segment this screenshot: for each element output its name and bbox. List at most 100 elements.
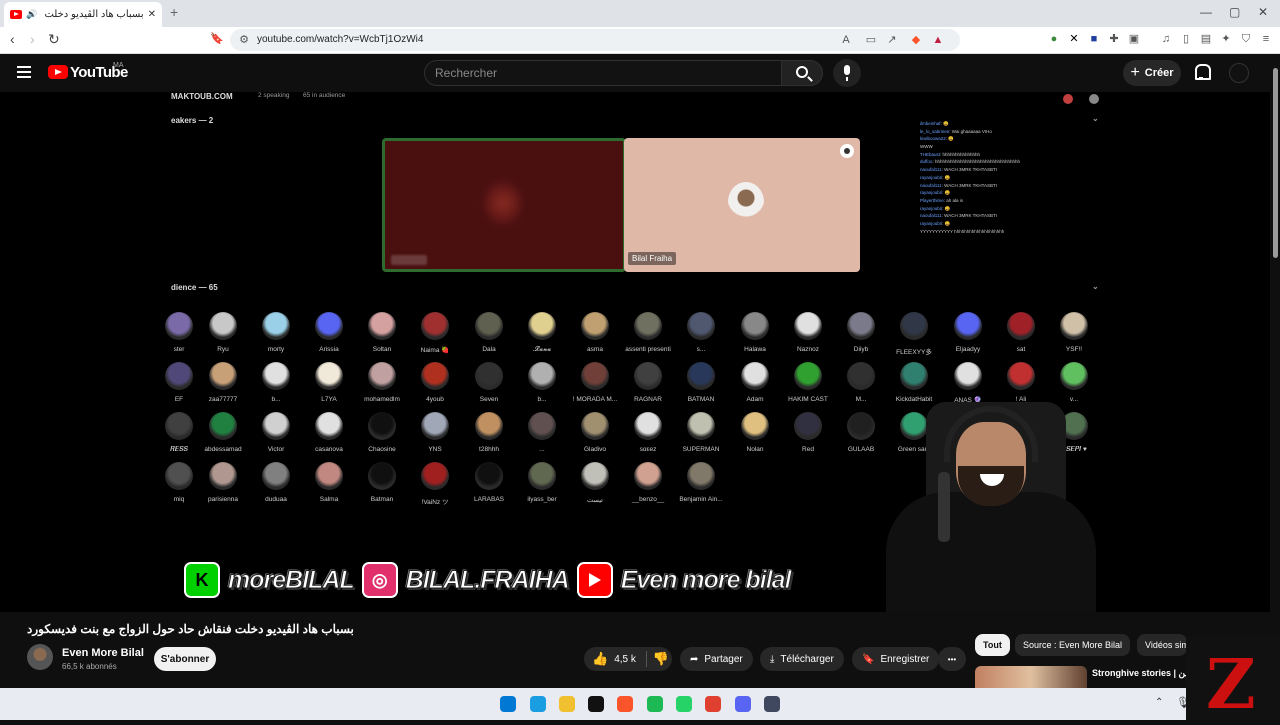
brave-icon[interactable] [617,696,633,712]
search-box[interactable] [424,60,782,86]
like-count[interactable]: 4,5 k [614,654,636,665]
speaker-tile-blurred [382,138,626,272]
close-window-button[interactable]: ✕ [1258,5,1268,19]
audience-avatar [634,412,662,440]
audience-member: Nolan [728,412,782,453]
audience-avatar [1060,312,1088,340]
channel-avatar[interactable] [27,644,53,670]
page-scrollbar[interactable] [1270,54,1280,688]
audience-name: LARABAS [474,496,504,503]
audience-avatar [794,412,822,440]
ai-icon[interactable]: ✦ [1220,33,1232,45]
screenshot-icon[interactable]: ▣ [1128,33,1140,45]
chat-username: naoufal111 [920,213,942,219]
windows-start-icon[interactable] [500,696,516,712]
like-icon[interactable]: 👍 [592,651,608,667]
media-icon[interactable]: ♫ [1160,33,1172,45]
chip-all[interactable]: Tout [975,634,1010,656]
audio-icon[interactable]: 🔊 [26,9,37,20]
audience-avatar [900,312,928,340]
chat-text: : 😄 [942,174,951,180]
back-icon[interactable]: ‹ [10,31,15,47]
share-arrow-icon: ➦ [690,653,699,665]
chat-username: le_lo_sabrinee [920,128,950,134]
hamburger-menu-icon[interactable] [17,66,31,78]
chat-username: Playerthime [920,197,944,203]
search-button[interactable] [781,60,823,86]
wallet-icon[interactable]: ▤ [1200,33,1212,45]
vpn-shield-icon[interactable]: ⛉ [1240,33,1252,45]
audience-name: ilyass_ber [527,496,557,503]
youtube-handle: Even more bilal [620,565,792,594]
brave-rewards-icon[interactable]: ▲ [932,34,944,46]
forward-icon[interactable]: › [30,31,35,47]
new-tab-button[interactable]: + [170,4,178,20]
sidebar-icon[interactable]: ▯ [1180,33,1192,45]
suggestion-title[interactable]: Stronghive stories | من [1092,668,1190,679]
audience-name: BATMAN [687,396,715,403]
video-player[interactable]: MAKTOUB.COM 2 speaking 65 in audience ea… [0,92,1270,612]
steam-icon[interactable] [764,696,780,712]
audience-member: Batman [355,462,409,503]
chrome-icon[interactable] [705,696,721,712]
streamer-webcam [846,402,1100,612]
suggestion-thumbnail[interactable] [975,666,1087,688]
audience-avatar [741,362,769,390]
site-info-icon[interactable]: ⚙ [238,34,250,46]
streamer-body [886,492,1096,612]
address-bar[interactable]: ⚙ youtube.com/watch?v=WcbTj1OzWi4 A ▭ ↗ … [230,29,960,51]
speaker-tile-bilal: Bilal Fraiha [624,138,860,272]
tab-close-icon[interactable]: ✕ [148,9,156,20]
audience-member: SUPERMAN [674,412,728,453]
discord-icon[interactable] [735,696,751,712]
voice-search-icon[interactable] [833,59,861,87]
download-icon: ⤓ [770,653,775,665]
extension-globe-icon[interactable]: ● [1048,33,1060,45]
audience-avatar [741,312,769,340]
subscribe-button[interactable]: S'abonner [154,647,216,671]
cast-icon[interactable]: ▭ [865,34,877,46]
youtube-logo-icon[interactable] [48,65,68,79]
account-avatar[interactable] [1229,63,1249,83]
minimize-button[interactable]: — [1200,5,1212,19]
extension-blue-icon[interactable]: ■ [1088,33,1100,45]
audience-member: Ryu [196,312,250,353]
bookmark-icon[interactable]: 🔖 [210,33,224,45]
channel-name[interactable]: Even More Bilal [62,647,144,659]
whatsapp-icon[interactable] [676,696,692,712]
chat-text: WWW [920,144,933,150]
audience-name: Eljaadyy [955,346,981,353]
url-text[interactable]: youtube.com/watch?v=WcbTj1OzWi4 [257,34,423,45]
audience-member: Benjamin Ain... [674,462,728,503]
save-button[interactable]: 🔖 Enregistrer [852,647,940,671]
dislike-icon[interactable]: 👎 [653,651,669,667]
tray-chevron-icon[interactable]: ⌃ [1155,697,1163,708]
maximize-button[interactable]: ▢ [1229,5,1240,19]
share-icon[interactable]: ↗ [886,34,898,46]
spotify-icon[interactable] [647,696,663,712]
chat-username: kiwiboowa22 [920,136,946,142]
audience-member: b... [515,362,569,403]
browser-tab[interactable]: 🔊 بسباب هاد الڤيديو دخلت فنقاش ✕ [4,2,162,27]
share-button[interactable]: ➦ Partager [680,647,753,671]
brave-shield-icon[interactable]: ◆ [910,34,922,46]
download-button[interactable]: ⤓ Télécharger [760,647,844,671]
chip-source[interactable]: Source : Even More Bilal [1015,634,1131,656]
menu-icon[interactable]: ≡ [1260,33,1272,45]
chat-message: WWW [920,143,1100,151]
notifications-bell-icon[interactable] [1194,64,1211,80]
extension-x-icon[interactable]: ✕ [1068,33,1080,45]
edge-icon[interactable] [530,696,546,712]
chip-similar[interactable]: Vidéos sim [1137,634,1187,656]
more-actions-button[interactable]: ••• [938,647,966,671]
extensions-puzzle-icon[interactable]: ✚ [1108,33,1120,45]
audience-member: ANAS 🔮 [941,362,995,404]
translate-icon[interactable]: A [840,34,852,46]
reload-icon[interactable]: ↻ [48,31,60,48]
audience-name: Adam [746,396,764,403]
scroll-thumb[interactable] [1273,68,1278,258]
file-explorer-icon[interactable] [559,696,575,712]
search-input[interactable] [425,61,781,85]
tiktok-icon[interactable] [588,696,604,712]
create-button[interactable]: + Créer [1123,60,1181,86]
